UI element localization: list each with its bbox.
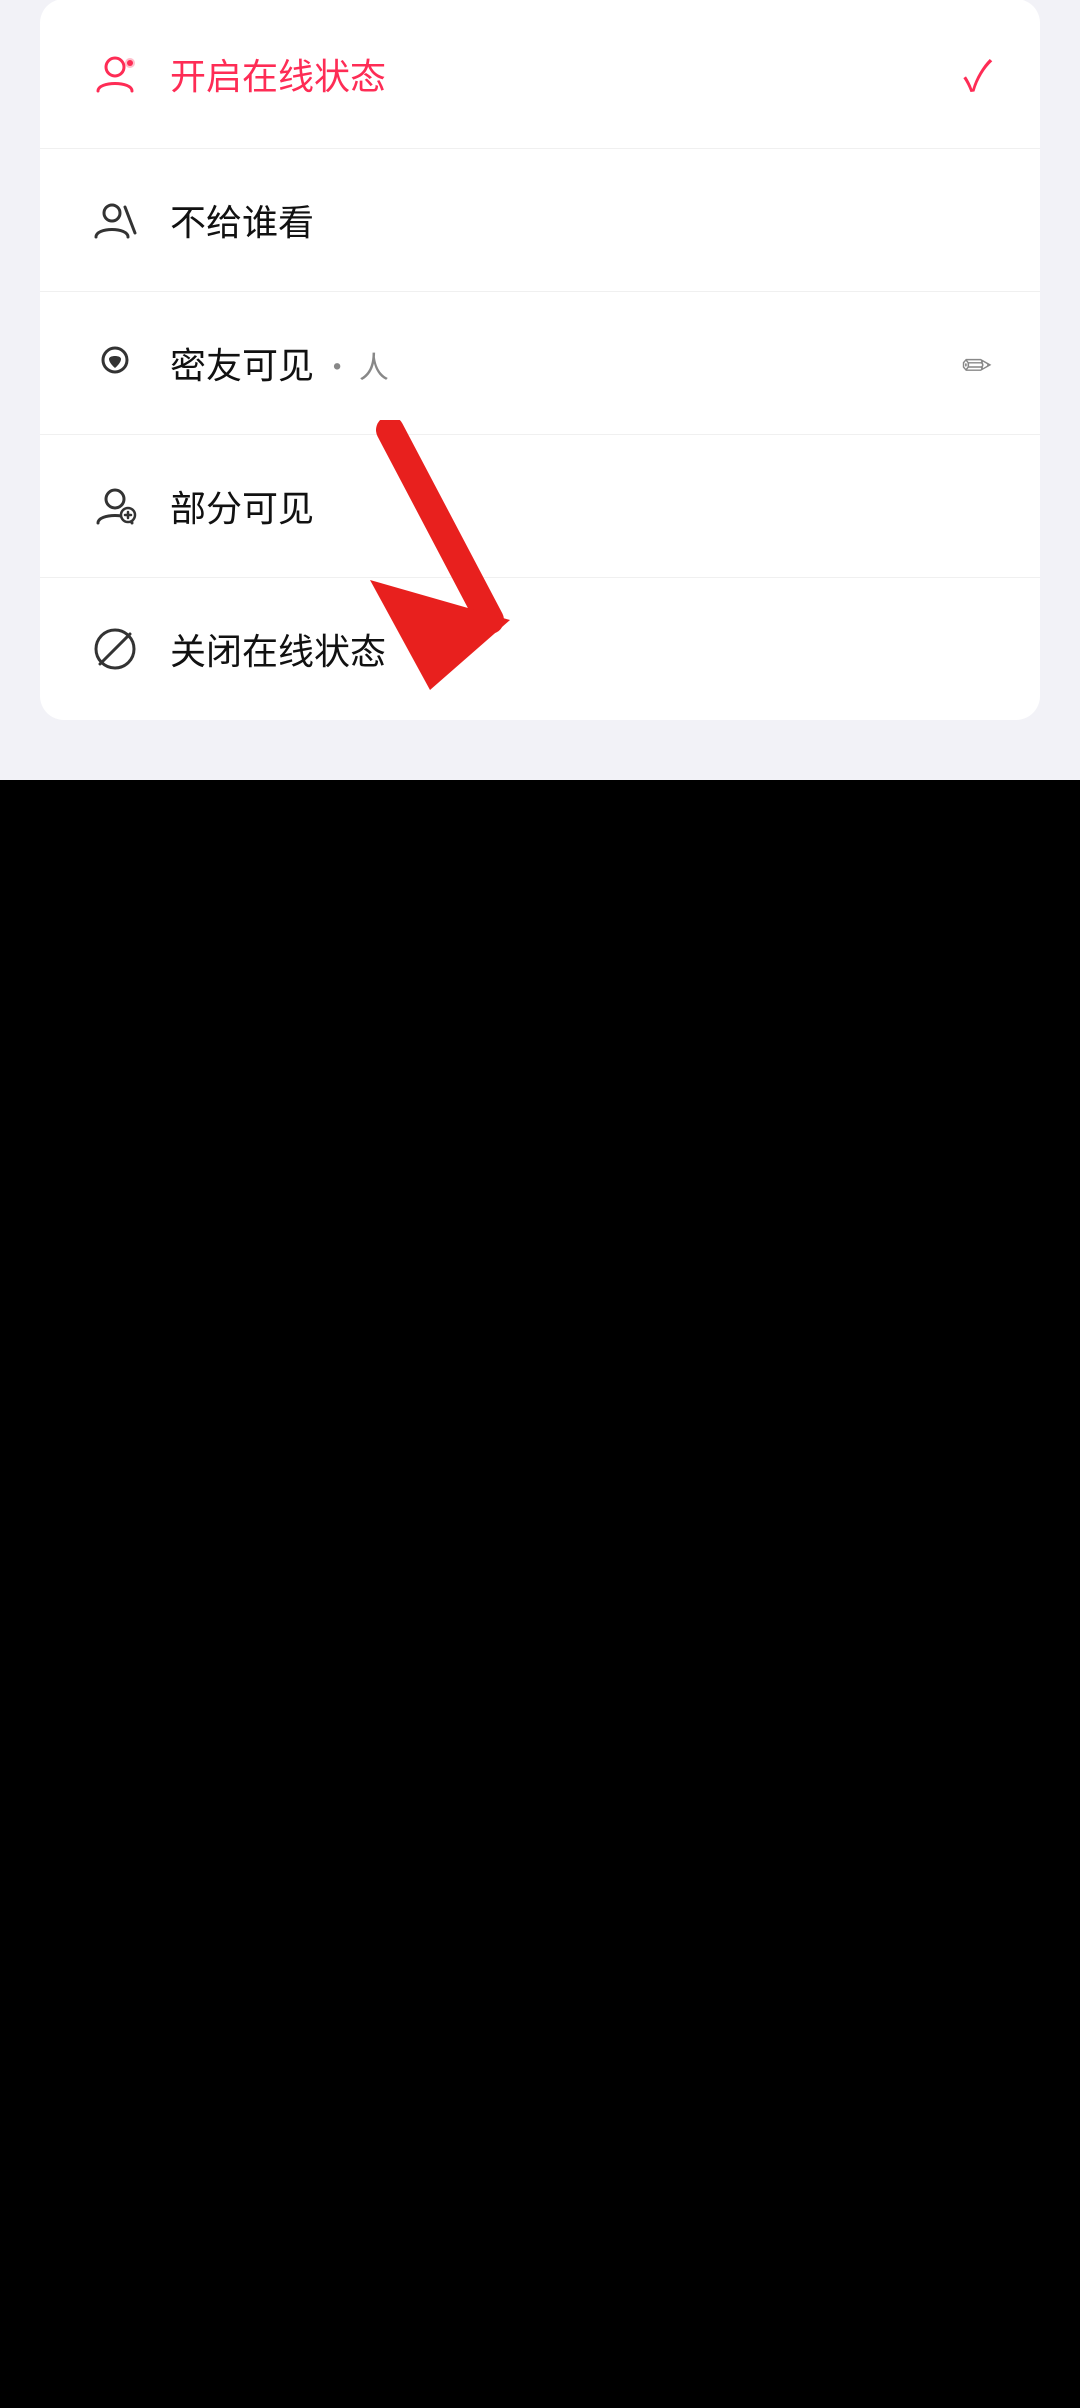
person-online-icon [88,47,142,101]
location-heart-icon [88,336,142,390]
person-hide-icon [88,193,142,247]
option-label-close: 关闭在线状态 [170,623,992,675]
option-enable-online[interactable]: 开启在线状态 ✓ [40,0,1040,149]
option-label-friends: 密友可见 · 人 [170,337,934,389]
option-label-partial: 部分可见 [170,480,992,532]
friends-label-text: 密友可见 [170,337,314,389]
bottom-sheet: × [0,0,1080,780]
checkmark-icon: ✓ [963,43,992,104]
circle-ban-icon [88,622,142,676]
option-hide-from-all[interactable]: 不给谁看 [40,149,1040,292]
person-partial-icon [88,479,142,533]
option-friends-only[interactable]: 密友可见 · 人 ✏ [40,292,1040,435]
option-label-hide: 不给谁看 [170,194,992,246]
option-label-enable: 开启在线状态 [170,48,935,100]
red-arrow [310,420,550,700]
friends-count-dot: · 人 [322,343,389,387]
edit-icon[interactable]: ✏ [962,337,992,389]
